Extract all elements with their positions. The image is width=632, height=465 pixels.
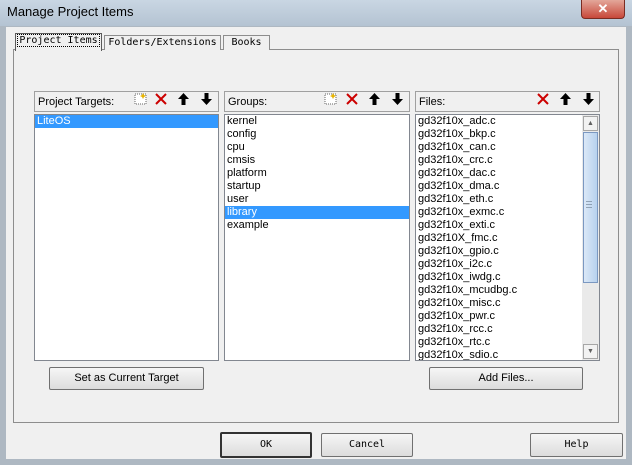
list-item[interactable]: gd32f10x_bkp.c	[416, 128, 599, 141]
list-item[interactable]: platform	[225, 167, 409, 180]
title-bar[interactable]: Manage Project Items ✕	[0, 0, 632, 26]
add-files-button[interactable]: Add Files...	[429, 367, 583, 390]
files-list[interactable]: gd32f10x_adc.c gd32f10x_bkp.c gd32f10x_c…	[415, 114, 600, 361]
list-item[interactable]: gd32f10x_gpio.c	[416, 245, 599, 258]
groups-list[interactable]: kernel config cpu cmsis platform startup…	[224, 114, 410, 361]
set-current-target-button[interactable]: Set as Current Target	[49, 367, 204, 390]
groups-label: Groups:	[228, 96, 268, 108]
grip-icon: — — —	[586, 199, 592, 211]
arrow-down-icon[interactable]	[389, 93, 406, 110]
list-item[interactable]: gd32f10x_i2c.c	[416, 258, 599, 271]
delete-icon[interactable]	[534, 93, 551, 110]
tab-label: Folders/Extensions	[108, 37, 217, 48]
tab-label: Books	[231, 37, 262, 48]
list-item[interactable]: config	[225, 128, 409, 141]
targets-label: Project Targets:	[38, 96, 115, 108]
new-icon[interactable]	[322, 93, 339, 110]
list-item[interactable]: startup	[225, 180, 409, 193]
targets-list[interactable]: LiteOS	[34, 114, 219, 361]
list-item[interactable]: gd32f10x_pwr.c	[416, 310, 599, 323]
scroll-thumb[interactable]: — — —	[583, 132, 598, 283]
help-button[interactable]: Help	[530, 433, 623, 457]
tab-books[interactable]: Books	[223, 35, 270, 50]
arrow-up-icon[interactable]	[175, 93, 192, 110]
arrow-up-icon[interactable]	[366, 93, 383, 110]
list-item[interactable]: user	[225, 193, 409, 206]
list-item[interactable]: cmsis	[225, 154, 409, 167]
groups-header: Groups:	[224, 91, 410, 112]
delete-icon[interactable]	[152, 93, 169, 110]
list-item[interactable]: cpu	[225, 141, 409, 154]
window-title: Manage Project Items	[7, 4, 134, 19]
list-item[interactable]: gd32f10x_misc.c	[416, 297, 599, 310]
tab-folders-extensions[interactable]: Folders/Extensions	[104, 35, 221, 50]
files-header: Files:	[415, 91, 600, 112]
list-item[interactable]: gd32f10x_adc.c	[416, 115, 599, 128]
list-item[interactable]: example	[225, 219, 409, 232]
files-label: Files:	[419, 96, 446, 108]
files-scrollbar[interactable]: ▲ — — — ▼	[582, 115, 599, 360]
list-item[interactable]: gd32f10x_rcc.c	[416, 323, 599, 336]
ok-button[interactable]: OK	[220, 432, 312, 458]
targets-header: Project Targets:	[34, 91, 219, 112]
scroll-up-icon[interactable]: ▲	[583, 116, 598, 131]
tab-label: Project Items	[17, 34, 100, 47]
tab-project-items[interactable]: Project Items	[15, 33, 102, 51]
list-item[interactable]: library	[225, 206, 409, 219]
list-item[interactable]: gd32f10x_crc.c	[416, 154, 599, 167]
delete-icon[interactable]	[343, 93, 360, 110]
close-icon: ✕	[597, 1, 609, 16]
list-item[interactable]: gd32f10x_exti.c	[416, 219, 599, 232]
list-item[interactable]: gd32f10x_can.c	[416, 141, 599, 154]
arrow-down-icon[interactable]	[580, 93, 597, 110]
list-item[interactable]: gd32f10x_eth.c	[416, 193, 599, 206]
close-button[interactable]: ✕	[581, 0, 625, 19]
list-item[interactable]: gd32f10x_exmc.c	[416, 206, 599, 219]
arrow-up-icon[interactable]	[557, 93, 574, 110]
cancel-button[interactable]: Cancel	[321, 433, 413, 457]
list-item[interactable]: LiteOS	[35, 115, 218, 128]
list-item[interactable]: gd32f10x_dac.c	[416, 167, 599, 180]
arrow-down-icon[interactable]	[198, 93, 215, 110]
list-item[interactable]: gd32f10x_dma.c	[416, 180, 599, 193]
scroll-down-icon[interactable]: ▼	[583, 344, 598, 359]
list-item[interactable]: gd32f10x_mcudbg.c	[416, 284, 599, 297]
new-icon[interactable]	[132, 93, 149, 110]
list-item[interactable]: kernel	[225, 115, 409, 128]
list-item[interactable]: gd32f10x_iwdg.c	[416, 271, 599, 284]
list-item[interactable]: gd32f10X_fmc.c	[416, 232, 599, 245]
list-item[interactable]: gd32f10x_sdio.c	[416, 349, 599, 360]
list-item[interactable]: gd32f10x_rtc.c	[416, 336, 599, 349]
